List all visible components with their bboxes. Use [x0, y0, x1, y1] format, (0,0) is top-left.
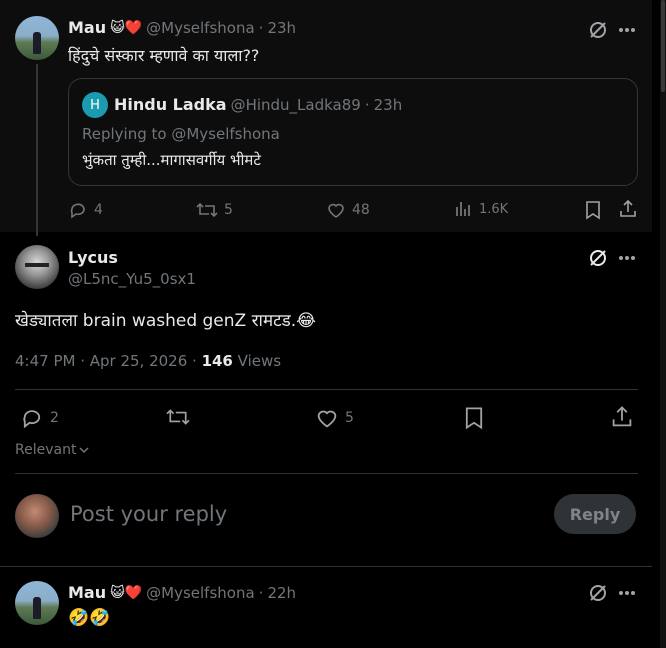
- replying-to[interactable]: Replying to @Myselfshona: [82, 125, 280, 143]
- grok-icon[interactable]: [588, 248, 608, 268]
- thread-line: [36, 64, 38, 236]
- heart-icon: [328, 203, 344, 218]
- reply-action[interactable]: 2: [20, 406, 59, 430]
- display-name[interactable]: Mau: [68, 18, 106, 37]
- thread-post-top[interactable]: Mau 😺❤️ @Myselfshona · 23h हिंदुचे संस्क…: [0, 0, 652, 236]
- reply-count: 2: [50, 410, 59, 426]
- scrollbar-thumb[interactable]: [661, 0, 665, 92]
- avatar-figure: [33, 32, 41, 54]
- reply-composer: Post your reply Reply: [0, 474, 652, 566]
- name-emoji: 😺❤️: [110, 584, 143, 601]
- grok-icon[interactable]: [588, 583, 608, 603]
- share-icon[interactable]: [610, 405, 634, 429]
- avatar[interactable]: [15, 581, 59, 625]
- more-icon[interactable]: [618, 255, 636, 261]
- share-icon[interactable]: [618, 199, 638, 219]
- more-icon[interactable]: [618, 590, 636, 596]
- reply-icon: [23, 410, 41, 429]
- repost-icon: [196, 202, 218, 218]
- reply-count: 4: [94, 202, 103, 218]
- views-icon: [456, 202, 470, 216]
- more-icon[interactable]: [618, 27, 636, 33]
- like-count: 48: [352, 202, 370, 218]
- post-text: हिंदुचे संस्कार म्हणावे का याला??: [68, 46, 260, 65]
- views-action[interactable]: 1.6K: [455, 200, 508, 218]
- reply-action[interactable]: 4: [68, 200, 103, 220]
- bookmark-icon[interactable]: [585, 200, 601, 220]
- reply-input[interactable]: Post your reply: [70, 502, 227, 526]
- reply-button[interactable]: Reply: [554, 494, 636, 534]
- my-avatar[interactable]: [15, 494, 59, 538]
- like-count: 5: [345, 410, 354, 426]
- bookmark-icon[interactable]: [464, 406, 484, 430]
- user-handle[interactable]: @L5nc_Yu5_0sx1: [68, 270, 196, 288]
- reply-post[interactable]: Mau 😺❤️ @Myselfshona · 22h 🤣🤣: [0, 567, 652, 648]
- repost-count: 5: [224, 202, 233, 218]
- chevron-down-icon: [79, 447, 89, 454]
- reply-icon: [70, 203, 85, 219]
- scrollbar-track[interactable]: [660, 0, 666, 648]
- post-text: 🤣🤣: [68, 608, 111, 628]
- display-name[interactable]: Mau: [68, 583, 106, 602]
- post-time[interactable]: 23h: [267, 19, 296, 37]
- quote-avatar-letter: H: [90, 97, 100, 113]
- grok-icon[interactable]: [588, 20, 608, 40]
- user-handle[interactable]: @Myselfshona: [146, 584, 255, 602]
- like-action[interactable]: 48: [326, 200, 370, 220]
- post-timestamp[interactable]: 4:47 PM · Apr 25, 2026 ·: [15, 352, 202, 370]
- quote-text: भुंकता तुम्ही...मागासवर्गीय भीमटे: [82, 151, 261, 169]
- view-count: 146: [201, 352, 233, 370]
- like-action[interactable]: 5: [315, 406, 354, 430]
- sort-dropdown[interactable]: Relevant: [15, 442, 90, 458]
- avatar[interactable]: [15, 245, 59, 289]
- quote-avatar[interactable]: H: [82, 92, 108, 118]
- quote-post-time[interactable]: 23h: [374, 96, 403, 114]
- avatar[interactable]: [15, 16, 59, 60]
- views-label: Views: [232, 352, 282, 370]
- repost-action[interactable]: 5: [196, 200, 233, 220]
- name-emoji: 😺❤️: [110, 19, 143, 36]
- view-count: 1.6K: [479, 201, 509, 217]
- post-text: खेड्यातला brain washed genZ रामटड.😂: [15, 311, 317, 331]
- display-name[interactable]: Lycus: [68, 248, 118, 267]
- quote-tweet[interactable]: H Hindu Ladka @Hindu_Ladka89 · 23h Reply…: [68, 78, 638, 186]
- post-time[interactable]: 22h: [267, 584, 296, 602]
- focused-post: Lycus @L5nc_Yu5_0sx1 खेड्यातला brain was…: [0, 232, 652, 472]
- sort-label: Relevant: [15, 442, 77, 458]
- user-handle[interactable]: @Myselfshona: [146, 19, 255, 37]
- quote-display-name[interactable]: Hindu Ladka: [114, 95, 227, 114]
- heart-icon: [317, 410, 337, 428]
- divider: [15, 389, 638, 390]
- repost-icon[interactable]: [165, 406, 191, 428]
- quote-user-handle[interactable]: @Hindu_Ladka89: [231, 96, 361, 114]
